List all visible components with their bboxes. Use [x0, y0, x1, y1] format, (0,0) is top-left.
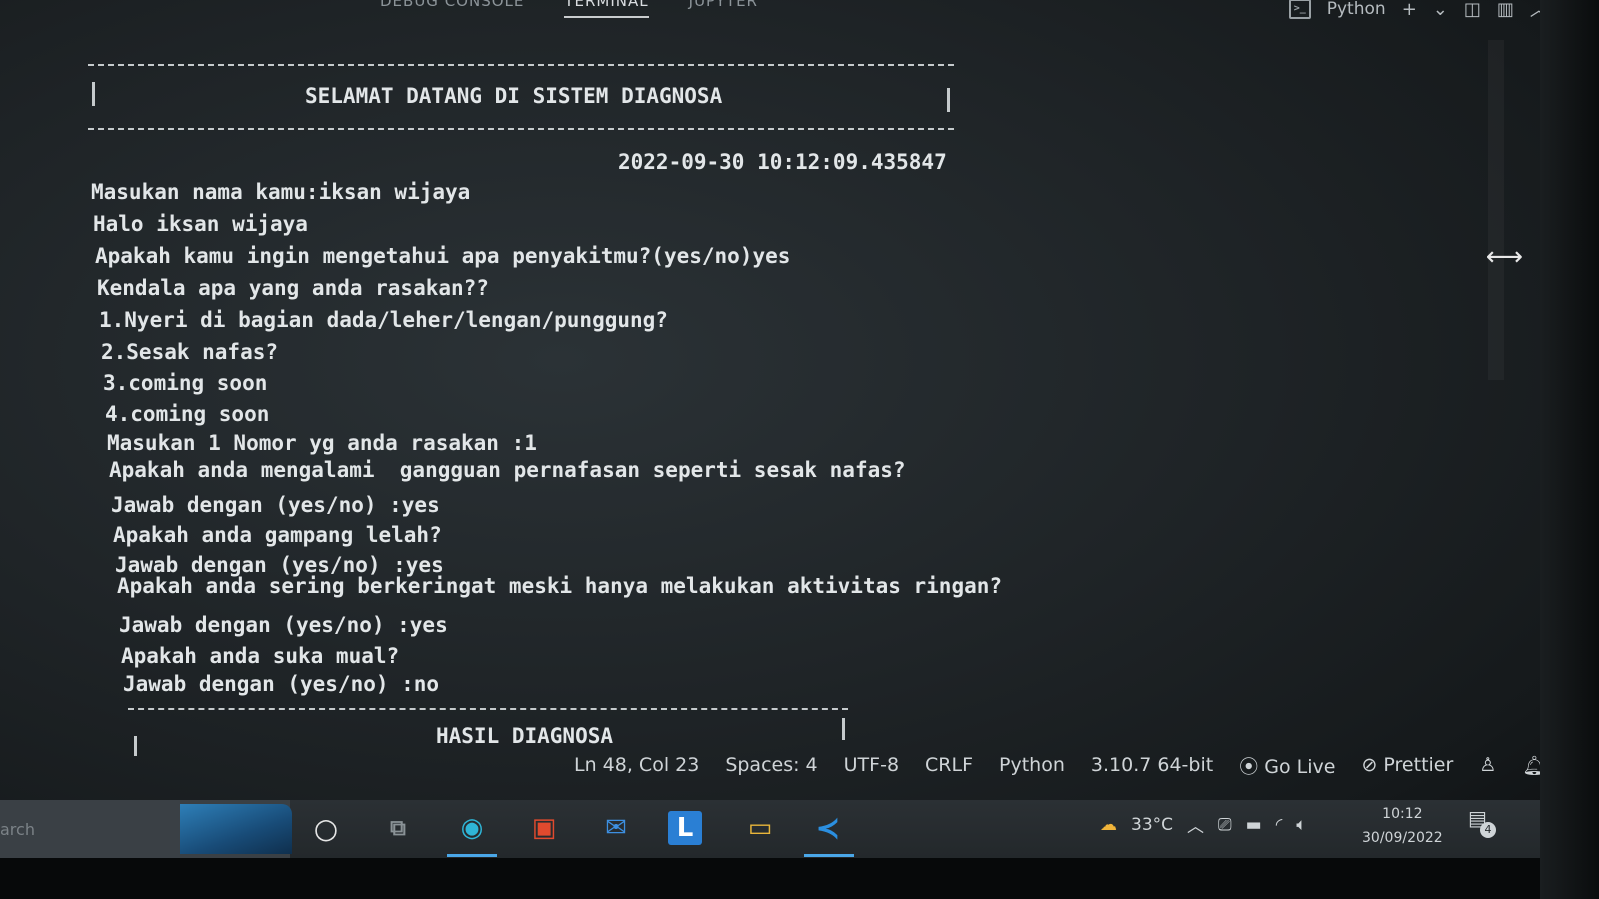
notification-count-badge: 4	[1480, 822, 1496, 838]
broadcast-icon: ⦿	[1239, 755, 1259, 778]
result-left-bar	[134, 736, 137, 756]
edge-active-indicator	[447, 854, 497, 857]
terminal-line: 1.Nyeri di bagian dada/leher/lengan/pung…	[99, 308, 668, 332]
clock-date: 30/09/2022	[1362, 830, 1443, 846]
go-live-label: Go Live	[1264, 755, 1336, 778]
banner-title: SELAMAT DATANG DI SISTEM DIAGNOSA	[305, 84, 723, 108]
vscode-icon[interactable]: ≺	[808, 808, 848, 848]
clock[interactable]: 10:12 30/09/2022	[1362, 802, 1443, 850]
edge-icon[interactable]: ◉	[452, 808, 492, 848]
go-live-button[interactable]: ⦿ Go Live	[1239, 752, 1335, 779]
task-view-icon[interactable]: ⧉	[378, 808, 418, 848]
terminal-line: Jawab dengan (yes/no) :yes	[119, 613, 448, 637]
system-tray: ☁ 33°C ︿ ⎚ ▬ ◜ 🔈︎	[1100, 812, 1306, 838]
cortana-icon[interactable]: ○	[306, 808, 346, 848]
result-right-bar	[842, 718, 845, 740]
language-mode[interactable]: Python	[999, 754, 1065, 776]
prettier-label: Prettier	[1383, 754, 1454, 776]
feedback-icon[interactable]: ♙	[1479, 754, 1496, 776]
banner-bottom-divider	[88, 128, 954, 130]
terminal-line: Apakah anda mengalami gangguan pernafasa…	[109, 458, 906, 482]
resize-sash-icon[interactable]: ⟷	[1486, 242, 1523, 272]
terminal-line: Jawab dengan (yes/no) :yes	[111, 493, 440, 517]
terminal-line: Masukan nama kamu:iksan wijaya	[91, 180, 471, 204]
vscode-active-indicator	[804, 854, 854, 857]
prettier-disabled-icon: ⊘	[1361, 754, 1378, 776]
file-explorer-icon[interactable]: ▭	[740, 808, 780, 848]
terminal-line: 3.coming soon	[103, 371, 268, 395]
cursor-position[interactable]: Ln 48, Col 23	[574, 754, 699, 776]
terminal-line: Apakah anda gampang lelah?	[113, 523, 442, 547]
result-top-divider	[128, 708, 848, 710]
terminal-line: 4.coming soon	[105, 402, 270, 426]
interpreter-version[interactable]: 3.10.7 64-bit	[1091, 754, 1213, 776]
mail-icon[interactable]: ✉	[596, 808, 636, 848]
banner-right-bar	[947, 88, 950, 112]
weather-icon[interactable]: ☁	[1100, 815, 1117, 835]
terminal-line: Masukan 1 Nomor yg anda rasakan :1	[107, 431, 537, 455]
terminal-scrollbar[interactable]	[1488, 40, 1504, 380]
store-icon[interactable]: ▣	[524, 808, 564, 848]
terminal-output[interactable]: SELAMAT DATANG DI SISTEM DIAGNOSA 2022-0…	[0, 0, 1480, 760]
meet-now-icon[interactable]: ⎚	[1218, 815, 1232, 835]
banner-left-bar	[92, 82, 95, 106]
monitor-bezel-right	[1540, 0, 1599, 899]
clock-time: 10:12	[1382, 806, 1423, 822]
status-bar: Ln 48, Col 23 Spaces: 4 UTF-8 CRLF Pytho…	[540, 748, 1546, 782]
battery-icon[interactable]: ▬	[1246, 815, 1262, 835]
prettier-button[interactable]: ⊘ Prettier	[1361, 754, 1453, 776]
encoding[interactable]: UTF-8	[844, 754, 899, 776]
terminal-line: 2.Sesak nafas?	[101, 340, 279, 364]
timestamp: 2022-09-30 10:12:09.435847	[618, 150, 947, 174]
terminal-line: Jawab dengan (yes/no) :no	[123, 672, 440, 696]
monitor-bezel-bottom	[0, 858, 1599, 899]
terminal-line: Kendala apa yang anda rasakan??	[97, 276, 489, 300]
terminal-line: Apakah anda sering berkeringat meski han…	[117, 574, 1003, 598]
terminal-line: Apakah anda suka mual?	[121, 644, 400, 668]
search-placeholder: arch	[0, 820, 35, 839]
indentation[interactable]: Spaces: 4	[725, 754, 817, 776]
chevron-up-icon[interactable]: ︿	[1187, 812, 1204, 837]
trash-icon[interactable]: ▥	[1497, 0, 1514, 20]
screen: DEBUG CONSOLE TERMINAL JUPYTER >_ Python…	[0, 0, 1599, 899]
terminal-line: Halo iksan wijaya	[93, 212, 308, 236]
weather-temp[interactable]: 33°C	[1131, 815, 1173, 835]
banner-top-divider	[88, 64, 954, 66]
lightshot-icon[interactable]: L	[668, 811, 702, 845]
result-title: HASIL DIAGNOSA	[436, 724, 614, 748]
volume-icon[interactable]: 🔈︎	[1296, 815, 1306, 835]
search-highlight-image	[180, 804, 292, 854]
taskbar-search[interactable]: arch	[0, 800, 292, 858]
wifi-icon[interactable]: ◜	[1276, 815, 1283, 835]
line-ending[interactable]: CRLF	[925, 754, 973, 776]
taskbar: arch ○ ⧉ ◉ ▣ ✉ L ▭ ≺ ☁ 33°C ︿ ⎚ ▬ ◜ 🔈︎ 1…	[0, 800, 1540, 858]
terminal-line: Apakah kamu ingin mengetahui apa penyaki…	[95, 244, 791, 268]
